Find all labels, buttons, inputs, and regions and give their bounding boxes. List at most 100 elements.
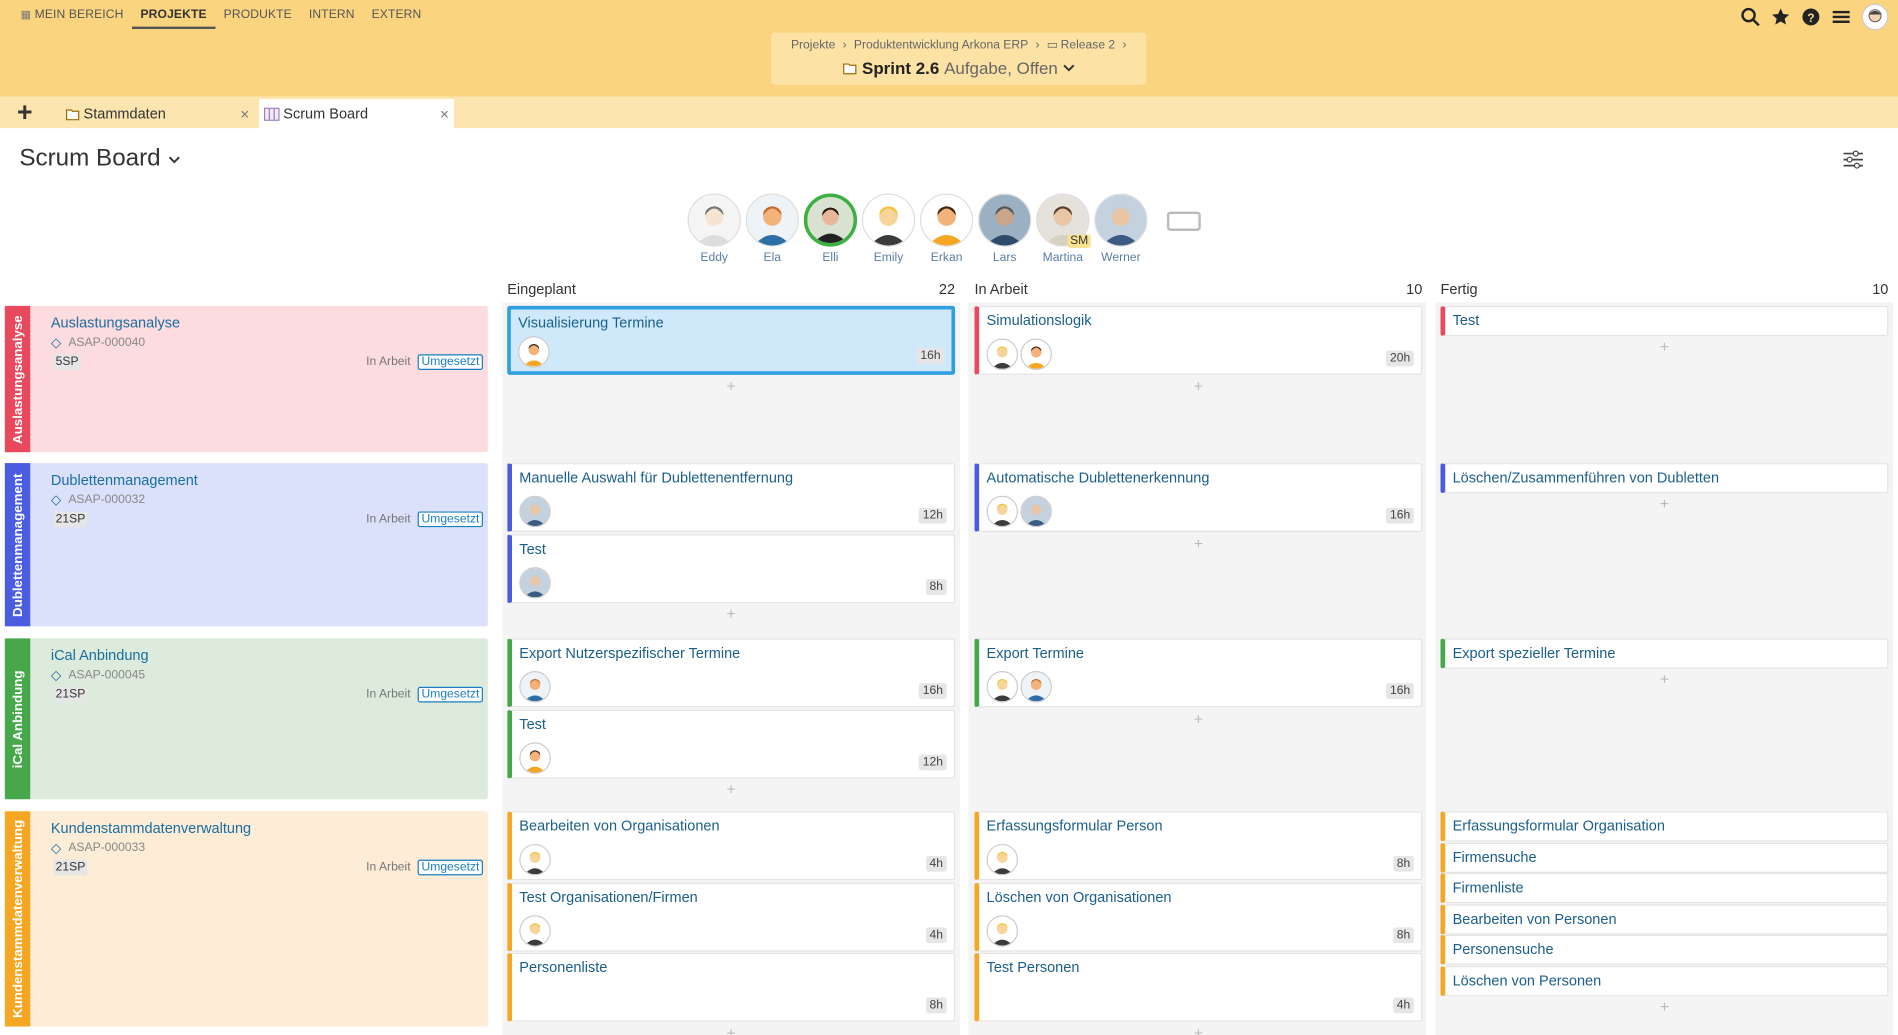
user-avatar[interactable] [1861, 3, 1889, 31]
team-member-elli[interactable]: Elli [801, 193, 859, 265]
team-member-eddy[interactable]: Eddy [685, 193, 743, 265]
task-card[interactable]: Export Nutzerspezifischer Termine 16h [507, 638, 956, 708]
task-title: Firmensuche [1452, 848, 1537, 866]
story-title[interactable]: iCal Anbindung [51, 647, 149, 664]
menu-icon[interactable] [1831, 7, 1850, 26]
add-tab-button[interactable]: + [17, 99, 33, 126]
status-badge[interactable]: Umgesetzt [417, 511, 483, 528]
story-card[interactable]: iCal Anbindung iCal Anbindung ◇ ASAP-000045… [4, 638, 488, 800]
filter-settings-icon[interactable] [1842, 149, 1864, 171]
story-id-text: ASAP-000033 [68, 841, 146, 855]
task-card[interactable]: Test Organisationen/Firmen 4h [507, 882, 956, 952]
tab-label: Stammdaten [83, 105, 166, 123]
task-assignees [986, 671, 1052, 703]
add-card-button[interactable]: + [1440, 495, 1888, 512]
task-card[interactable]: Löschen von Organisationen 8h [974, 882, 1423, 952]
task-card[interactable]: Automatische Dublettenerkennung 16h [974, 463, 1423, 533]
task-title: Manuelle Auswahl für Dublettenentfernung [519, 469, 794, 487]
sprint-selector[interactable]: Sprint 2.6 Aufgabe, Offen [771, 52, 1146, 77]
close-icon[interactable]: × [440, 105, 449, 123]
team-member-emily[interactable]: Emily [859, 193, 917, 265]
task-card[interactable]: Bearbeiten von Personen [1440, 904, 1889, 935]
story-title[interactable]: Auslastungsanalyse [51, 314, 180, 331]
team-member-lars[interactable]: Lars [976, 193, 1034, 265]
column-name: Fertig [1440, 280, 1478, 298]
search-icon[interactable] [1741, 7, 1760, 27]
add-card-button[interactable]: + [974, 710, 1422, 727]
task-card[interactable]: Personenliste 8h [507, 952, 956, 1022]
task-title: Bearbeiten von Personen [1452, 910, 1617, 928]
team-member-werner[interactable]: Werner [1092, 193, 1150, 265]
nav-intern[interactable]: INTERN [300, 0, 363, 29]
task-card[interactable]: Test 8h [507, 533, 956, 603]
add-card-button[interactable]: + [507, 781, 955, 798]
task-card[interactable]: Firmenliste [1440, 873, 1889, 904]
page-title-text: Scrum Board [19, 145, 161, 172]
add-card-button[interactable]: + [507, 605, 955, 623]
task-card[interactable]: Firmensuche [1440, 842, 1889, 873]
nav-mein-bereich[interactable]: ▦ MEIN BEREICH [12, 0, 132, 29]
task-card[interactable]: Personensuche [1440, 935, 1889, 966]
add-card-button[interactable]: + [1440, 670, 1888, 688]
add-card-button[interactable]: + [507, 377, 955, 395]
team-member-martina[interactable]: Martina [1034, 193, 1092, 265]
story-status: In Arbeit Umgesetzt [366, 859, 483, 876]
tab-stammdaten[interactable]: Stammdaten × [61, 99, 255, 128]
tab-scrum-board[interactable]: Scrum Board × [259, 99, 454, 129]
task-card[interactable]: Manuelle Auswahl für Dublettenentfernung… [507, 463, 956, 533]
team-member-erkan[interactable]: Erkan [918, 193, 976, 265]
add-card-button[interactable]: + [974, 535, 1422, 552]
chevron-right-icon: › [1035, 38, 1040, 52]
task-card[interactable]: Löschen von Personen [1440, 966, 1889, 997]
task-card[interactable]: Erfassungsformular Person 8h [974, 811, 1423, 881]
story-points-badge: 21SP [53, 859, 88, 876]
home-icon: ▦ [20, 8, 32, 21]
avatar [986, 843, 1019, 876]
add-card-button[interactable]: + [1440, 337, 1888, 355]
story-card[interactable]: Dublettenmanagement Dublettenmanagement ◇ A… [4, 463, 488, 627]
story-title[interactable]: Dublettenmanagement [51, 472, 198, 489]
team-filter: Eddy Ela Elli Emily Erkan Lars Martina Werner [685, 193, 1150, 265]
story-vertical-title: iCal Anbindung [10, 669, 25, 768]
status-badge[interactable]: Umgesetzt [417, 859, 483, 876]
task-hours-badge: 12h [919, 753, 947, 770]
close-icon[interactable]: × [240, 105, 249, 123]
task-hours-badge: 8h [925, 578, 947, 595]
task-hours-badge: 20h [1386, 350, 1414, 367]
avatar [1020, 495, 1052, 528]
help-icon[interactable]: ? [1801, 7, 1820, 26]
nav-extern[interactable]: EXTERN [363, 0, 430, 29]
tab-bar: + Stammdaten × Scrum Board × [0, 96, 1898, 129]
breadcrumb-item[interactable]: Projekte [791, 39, 835, 52]
task-card[interactable]: Test 12h [507, 709, 956, 779]
task-card[interactable]: Export Termine 16h [974, 638, 1423, 708]
story-id-text: ASAP-000032 [68, 493, 146, 507]
task-title: Löschen von Organisationen [986, 888, 1172, 906]
task-card[interactable]: Simulationslogik 20h [974, 305, 1423, 375]
breadcrumb-item[interactable]: Release 2 [1061, 39, 1116, 52]
page-title[interactable]: Scrum Board [19, 145, 180, 173]
status-badge[interactable]: Umgesetzt [417, 686, 483, 703]
task-card[interactable]: Erfassungsformular Organisation [1440, 811, 1889, 842]
add-card-button[interactable]: + [507, 1024, 955, 1035]
status-badge[interactable]: Umgesetzt [417, 354, 483, 370]
task-card[interactable]: Löschen/Zusammenführen von Dubletten [1440, 463, 1889, 494]
add-card-button[interactable]: + [974, 1024, 1422, 1035]
fit-to-screen-icon[interactable] [1166, 211, 1201, 231]
column-count: 10 [1406, 280, 1423, 298]
task-card[interactable]: Test [1440, 305, 1889, 337]
add-card-button[interactable]: + [1440, 998, 1888, 1015]
star-icon[interactable] [1771, 7, 1790, 26]
add-card-button[interactable]: + [974, 377, 1422, 395]
nav-projekte[interactable]: PROJEKTE [132, 0, 216, 30]
task-card[interactable]: Bearbeiten von Organisationen 4h [507, 811, 956, 881]
nav-produkte[interactable]: PRODUKTE [215, 0, 300, 29]
task-card[interactable]: Visualisierung Termine 16h [507, 305, 956, 375]
team-member-ela[interactable]: Ela [743, 193, 801, 265]
breadcrumb-item[interactable]: Produktentwicklung Arkona ERP [854, 39, 1028, 52]
task-card[interactable]: Test Personen 4h [974, 952, 1423, 1022]
story-title[interactable]: Kundenstammdatenverwaltung [51, 820, 251, 837]
task-card[interactable]: Export spezieller Termine [1440, 638, 1889, 669]
story-card[interactable]: Auslastungsanalyse Auslastungsanalyse ◇ ASA… [4, 305, 488, 453]
story-card[interactable]: Kundenstammdatenverwaltung Kundenstammdat… [4, 811, 488, 1027]
